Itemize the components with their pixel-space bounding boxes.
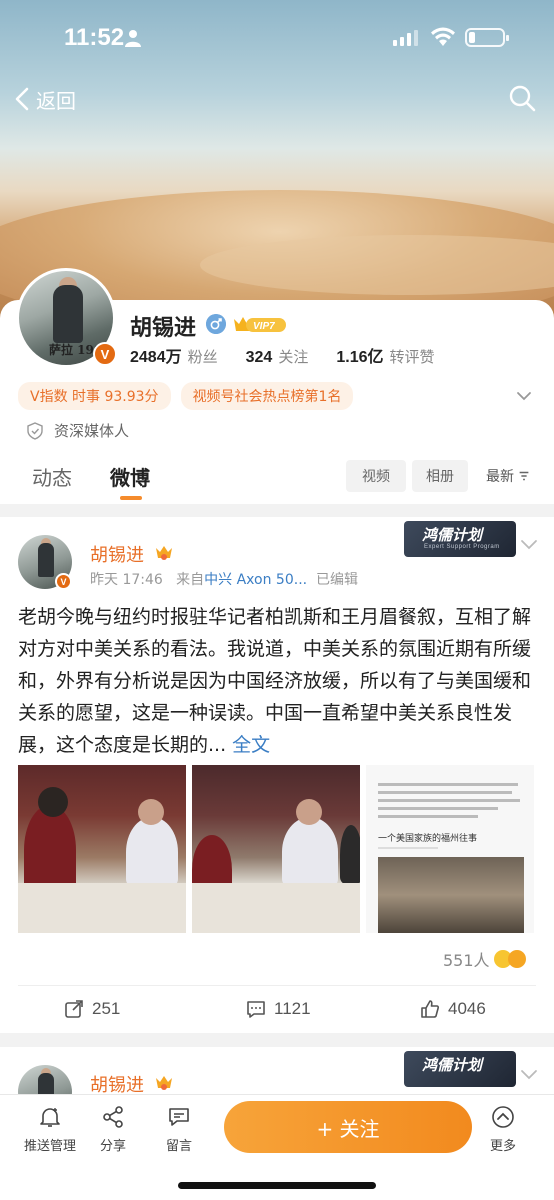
vip-crown-icon[interactable]: VIP7 <box>232 313 288 335</box>
back-label: 返回 <box>36 88 76 113</box>
repost-icon <box>65 1000 83 1018</box>
likes-count: 1.16亿 <box>336 349 384 366</box>
person-icon <box>125 30 141 47</box>
chevron-down-icon[interactable] <box>520 539 538 551</box>
ranking-tag[interactable]: 视频号社会热点榜第1名 <box>180 382 354 410</box>
male-icon <box>206 314 226 334</box>
post-author[interactable]: 胡锡进 <box>90 541 144 567</box>
likes-stat[interactable]: 1.16亿 转评赞 <box>336 343 434 367</box>
view-count-label: 551人 <box>443 951 490 970</box>
message-label: 留言 <box>166 1139 193 1154</box>
followers-label: 粉丝 <box>187 348 218 366</box>
post-image-1[interactable] <box>18 765 186 933</box>
kiss-emoji-icon <box>507 950 526 968</box>
share-label: 分享 <box>100 1139 127 1154</box>
sort-icon <box>519 471 529 481</box>
post-actions: 251 1121 4046 <box>0 991 554 1031</box>
profile-tabs: 动态 微博 视频 相册 最新 <box>0 450 554 504</box>
more-button[interactable]: 更多 <box>490 1105 516 1154</box>
profile-name: 胡锡进 <box>130 316 197 341</box>
post-text[interactable]: 老胡今晚与纽约时报驻华记者柏凯斯和王月眉餐叙，互相了解对方对中美关系的看法。我说… <box>18 601 536 761</box>
fan-badge-icon <box>156 1076 172 1090</box>
battery-icon <box>465 28 509 47</box>
divider <box>18 985 536 986</box>
post-meta: 昨天 17:46 来自中兴 Axon 50... 已编辑 <box>90 569 358 589</box>
like-button[interactable]: 4046 <box>420 999 486 1019</box>
post-edited: 已编辑 <box>316 572 358 588</box>
status-bar: 11:52 <box>0 0 554 76</box>
wifi-icon <box>431 27 455 46</box>
post-body: 老胡今晚与纽约时报驻华记者柏凯斯和王月眉餐叙，互相了解对方对中美关系的看法。我说… <box>18 606 532 756</box>
view-count: 551人 <box>443 947 526 971</box>
v-index-tag[interactable]: V指数 时事 93.93分 <box>18 382 171 410</box>
like-count: 4046 <box>448 999 486 1018</box>
repost-count: 251 <box>92 999 121 1018</box>
push-settings-button[interactable]: 推送管理 <box>24 1105 76 1154</box>
repost-button[interactable]: 251 <box>64 999 120 1019</box>
sort-newest-label: 最新 <box>486 469 514 485</box>
verified-badge: V <box>93 342 117 366</box>
post-from-label: 来自 <box>176 572 205 588</box>
tab-dongtai[interactable]: 动态 <box>32 462 72 491</box>
bell-icon <box>40 1108 60 1127</box>
followers-count: 2484万 <box>130 349 182 366</box>
signal-icon <box>393 30 418 46</box>
post-source[interactable]: 中兴 Axon 50... <box>204 572 307 588</box>
message-button[interactable]: 留言 <box>166 1105 192 1154</box>
plan-badge[interactable]: 鸿儒计划 Expert Support Program <box>404 521 516 557</box>
tab-active-indicator <box>120 496 142 500</box>
post-image-3[interactable]: 一个美国家族的福州往事 <box>366 765 534 933</box>
plan-badge-title: 鸿儒计划 <box>422 526 483 544</box>
more-chevron-icon[interactable] <box>514 386 534 406</box>
filter-video[interactable]: 视频 <box>346 460 406 492</box>
comment-button[interactable]: 1121 <box>246 999 311 1019</box>
like-icon <box>421 1000 439 1018</box>
more-label: 更多 <box>490 1139 517 1154</box>
post-image-2[interactable] <box>192 765 360 933</box>
comment-icon <box>247 1001 265 1018</box>
certification: 资深媒体人 <box>26 420 129 441</box>
chevron-down-icon[interactable] <box>520 1069 538 1081</box>
following-stat[interactable]: 324 关注 <box>246 346 309 367</box>
back-button[interactable]: 返回 <box>12 84 76 114</box>
following-count: 324 <box>245 349 273 366</box>
share-button[interactable]: 分享 <box>100 1105 126 1154</box>
follow-button[interactable]: + 关注 <box>224 1101 472 1153</box>
profile-stats: 2484万 粉丝 324 关注 1.16亿 转评赞 <box>130 343 463 367</box>
post-verified-badge: V <box>55 573 72 590</box>
plan-badge-2-title: 鸿儒计划 <box>422 1056 483 1074</box>
filter-album[interactable]: 相册 <box>412 460 468 492</box>
certification-label: 资深媒体人 <box>54 422 130 440</box>
post-card[interactable]: V 胡锡进 昨天 17:46 来自中兴 Axon 50... 已编辑 鸿儒计划 … <box>0 517 554 1033</box>
more-icon <box>492 1106 514 1128</box>
plan-badge-2[interactable]: 鸿儒计划 <box>404 1051 516 1087</box>
doc-photo <box>378 857 524 933</box>
back-chevron-icon <box>15 87 29 111</box>
shield-icon <box>27 421 43 440</box>
sort-newest[interactable]: 最新 <box>486 466 531 486</box>
share-icon <box>103 1106 123 1128</box>
full-text-link[interactable]: 全文 <box>232 734 270 756</box>
likes-label: 转评赞 <box>389 348 435 366</box>
search-icon[interactable] <box>508 84 536 112</box>
push-settings-label: 推送管理 <box>24 1139 77 1154</box>
home-indicator <box>178 1182 376 1189</box>
vip-label: VIP7 <box>253 321 275 332</box>
plan-badge-subtitle: Expert Support Program <box>424 544 500 550</box>
post-time: 昨天 17:46 <box>90 572 163 588</box>
comment-count: 1121 <box>274 999 311 1018</box>
followers-stat[interactable]: 2484万 粉丝 <box>130 343 218 367</box>
profile-tags: V指数 时事 93.93分 视频号社会热点榜第1名 <box>18 382 363 410</box>
doc-title: 一个美国家族的福州往事 <box>378 834 478 844</box>
status-time: 11:52 <box>64 24 125 51</box>
message-icon <box>169 1108 189 1126</box>
tab-weibo[interactable]: 微博 <box>110 462 150 491</box>
fan-badge-icon <box>156 546 172 560</box>
following-label: 关注 <box>278 348 309 366</box>
